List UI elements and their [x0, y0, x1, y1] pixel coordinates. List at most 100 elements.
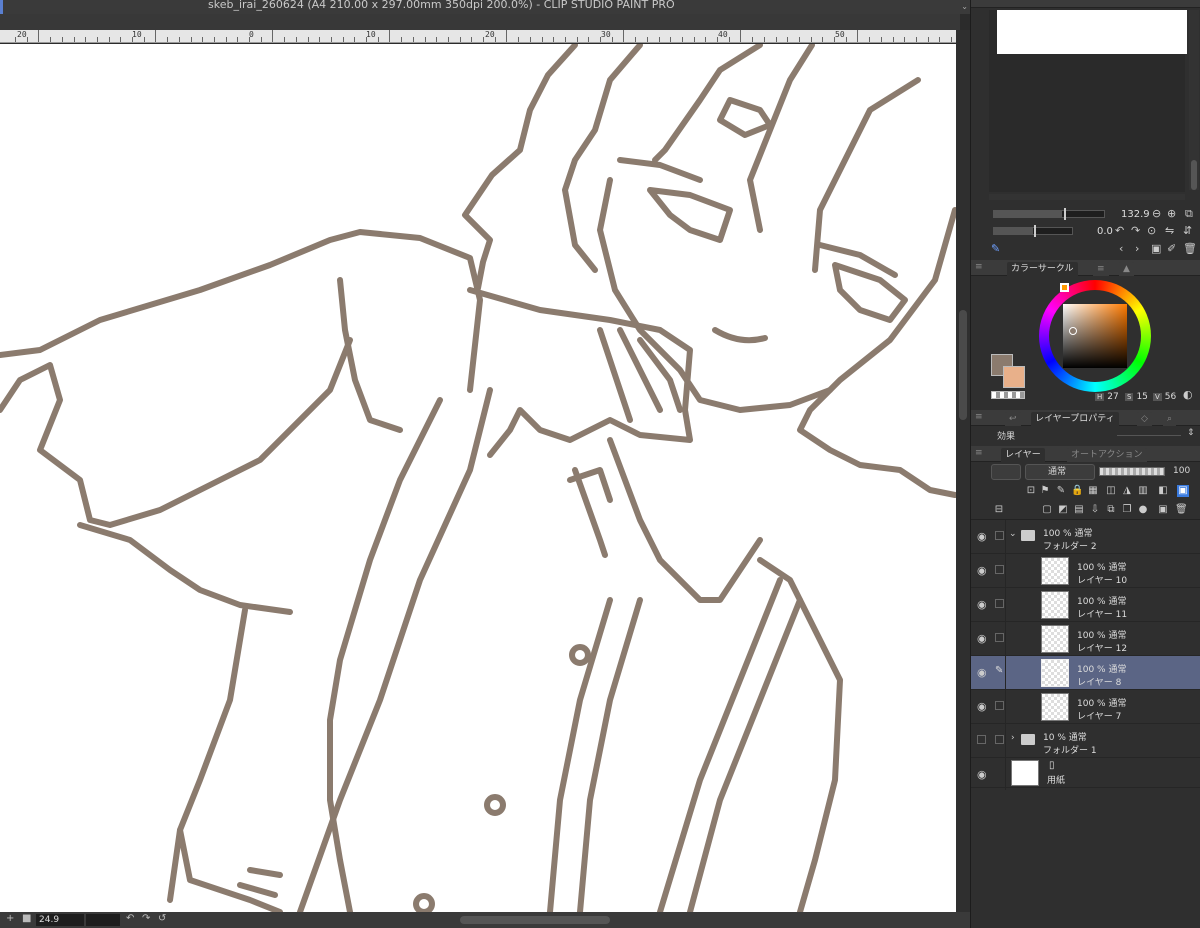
rotate-left-icon[interactable]: ↶: [126, 913, 134, 924]
plus-icon[interactable]: +: [6, 913, 14, 924]
blend-mode-select[interactable]: 通常: [1025, 464, 1095, 480]
tab-search[interactable]: ⌕: [1163, 412, 1177, 426]
layer-checkbox[interactable]: [995, 531, 1004, 540]
horizontal-scrollbar-thumb[interactable]: [460, 916, 610, 924]
ruler-tick: [178, 37, 180, 42]
grip-icon[interactable]: ≡: [975, 448, 983, 458]
delete-layer-icon[interactable]: 🗑: [1175, 504, 1188, 516]
chevron-right-icon[interactable]: ›: [1011, 733, 1015, 743]
fit-icon[interactable]: ⧉: [1185, 207, 1193, 221]
hue-wheel[interactable]: [1039, 280, 1151, 392]
rotate-right-icon[interactable]: ↷: [142, 913, 150, 924]
new-vector-icon[interactable]: ◩: [1057, 504, 1069, 516]
navigator-h-scrollbar[interactable]: [989, 194, 1185, 200]
transfer-down-icon[interactable]: ⇩: [1089, 504, 1101, 516]
ruler-tick: [717, 37, 718, 42]
tab-auto-action[interactable]: オートアクション: [1067, 448, 1147, 462]
apply-mask-icon[interactable]: ▣: [1157, 504, 1169, 516]
eye-icon[interactable]: ◉: [977, 666, 989, 679]
layer-checkbox[interactable]: [995, 599, 1004, 608]
reset-icon[interactable]: ⊙: [1147, 224, 1156, 237]
flip-vertical-icon[interactable]: ⇵: [1183, 224, 1192, 237]
new-raster-icon[interactable]: ▢: [1041, 504, 1053, 516]
draft-icon[interactable]: ✎: [1055, 485, 1067, 497]
ruler-tick: [284, 37, 286, 42]
sleeve-bottom: [0, 337, 353, 528]
eye-left: [647, 187, 733, 243]
cycle-icon[interactable]: ◐: [1183, 388, 1193, 401]
eyedropper-icon[interactable]: ✎: [991, 242, 1000, 255]
chevron-left-icon[interactable]: ‹: [1119, 242, 1123, 255]
palette-color-icon[interactable]: ▥: [1137, 485, 1149, 497]
zoom-input[interactable]: 24.9: [36, 914, 84, 926]
layer-checkbox[interactable]: [995, 735, 1004, 744]
tab-color-circle[interactable]: カラーサークル: [1007, 262, 1078, 276]
pen-icon[interactable]: ✎: [995, 665, 1004, 676]
merge-icon[interactable]: ⧉: [1105, 504, 1117, 516]
reference-icon[interactable]: ⚑: [1039, 485, 1051, 497]
sv-picker[interactable]: [1069, 327, 1077, 335]
mask-add-icon[interactable]: ●: [1137, 504, 1149, 516]
tab-layer[interactable]: レイヤー: [1001, 448, 1045, 462]
layer-checkbox[interactable]: [995, 565, 1004, 574]
tab-history[interactable]: ↩: [1005, 412, 1021, 426]
navigator-scrollbar[interactable]: [1189, 10, 1199, 190]
new-folder-icon[interactable]: ▤: [1073, 504, 1085, 516]
trash-icon[interactable]: 🗑: [1183, 242, 1197, 255]
opacity-slider[interactable]: [1099, 467, 1165, 476]
saturation-value-square[interactable]: [1063, 304, 1127, 368]
tab-layer-property[interactable]: レイヤープロパティ: [1031, 412, 1119, 426]
chevron-down-icon[interactable]: ⌄: [1009, 529, 1017, 539]
scrollbar-thumb[interactable]: [1191, 160, 1197, 190]
lock-icon[interactable]: 🔒: [1071, 485, 1083, 497]
stepper-icon[interactable]: ⇕: [1187, 428, 1195, 438]
layer-thumbnail: [1041, 693, 1069, 721]
zoom-slider[interactable]: [993, 208, 1105, 220]
rotate-right-icon[interactable]: ↷: [1131, 224, 1140, 237]
navigator-preview[interactable]: [997, 10, 1187, 54]
rotate-left-icon[interactable]: ↶: [1115, 224, 1124, 237]
grip-icon[interactable]: ≡: [975, 412, 983, 422]
hue-picker[interactable]: [1060, 283, 1069, 292]
eye-icon[interactable]: ◉: [977, 768, 989, 781]
hidden-eye-box[interactable]: [977, 735, 986, 744]
zoom-in-icon[interactable]: ⊕: [1167, 207, 1176, 220]
rotate-slider[interactable]: [993, 225, 1073, 237]
ruler-icon[interactable]: ◮: [1121, 485, 1133, 497]
reset-rotation-icon[interactable]: ↺: [158, 913, 166, 924]
blue-layer-icon[interactable]: ▣: [1177, 485, 1189, 497]
eye-icon[interactable]: ◉: [977, 564, 989, 577]
clip-icon[interactable]: ⊡: [1025, 485, 1037, 497]
flip-horizontal-icon[interactable]: ⇋: [1165, 224, 1174, 237]
zoom-out-icon[interactable]: ⊖: [1152, 207, 1161, 220]
tab-color-slider[interactable]: ≡: [1093, 262, 1109, 276]
zoom-slider[interactable]: [86, 914, 120, 926]
layer-checkbox[interactable]: [995, 633, 1004, 642]
square-icon[interactable]: ■: [22, 913, 31, 924]
drawing-canvas[interactable]: [0, 44, 956, 912]
layer-checkbox[interactable]: [995, 701, 1004, 710]
transparent-swatch[interactable]: [991, 391, 1025, 399]
chevron-down-icon[interactable]: ⌄: [961, 2, 968, 11]
panel-menu-icon[interactable]: ⊟: [993, 504, 1005, 516]
chevron-right-icon[interactable]: ›: [1135, 242, 1139, 255]
layer-color-icon[interactable]: ◧: [1157, 485, 1169, 497]
copy-icon[interactable]: ❐: [1121, 504, 1133, 516]
layer-color-toggle[interactable]: [991, 464, 1021, 480]
mask-icon[interactable]: ◫: [1105, 485, 1117, 497]
eye-icon[interactable]: ◉: [977, 700, 989, 713]
folder-icon[interactable]: ▣: [1151, 242, 1161, 255]
eye-icon[interactable]: ◉: [977, 632, 989, 645]
ruler-tick: [623, 30, 625, 42]
canvas-vertical-scrollbar[interactable]: [956, 30, 970, 914]
tab-color-set[interactable]: ▲: [1119, 262, 1134, 276]
edit-icon[interactable]: ✐: [1167, 242, 1176, 255]
lock-alpha-icon[interactable]: ▦: [1087, 485, 1099, 497]
tab-extra[interactable]: ◇: [1137, 412, 1152, 426]
eye-icon[interactable]: ◉: [977, 598, 989, 611]
grip-icon[interactable]: ≡: [975, 262, 983, 272]
eye-icon[interactable]: ◉: [977, 530, 989, 543]
cuff: [77, 522, 293, 615]
scrollbar-thumb[interactable]: [959, 310, 967, 420]
sub-color-swatch[interactable]: [1003, 366, 1025, 388]
